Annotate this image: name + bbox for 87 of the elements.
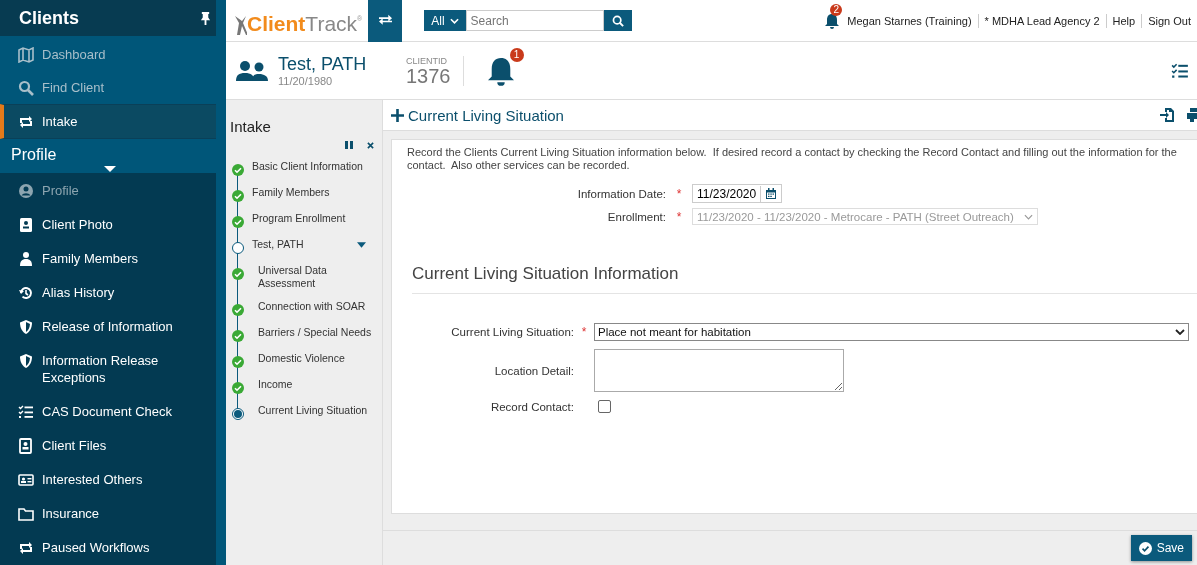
date-field[interactable]: 11/23/2020 [692,184,783,203]
required-mark: * [676,209,682,224]
pin-icon[interactable] [200,10,211,26]
section-header[interactable]: Profile [0,139,216,173]
birth-date: 11/20/1980 [278,75,334,87]
bell-icon[interactable] [825,12,840,29]
people-icon [236,59,268,82]
search-icon [18,79,34,96]
figure-icon [233,13,247,36]
workflow-step[interactable]: Program Enrollment [252,212,346,225]
contact-file-icon [18,438,34,454]
sidebar-item[interactable]: Information Release Exceptions [0,344,216,395]
section-heading: Current Living Situation Information [412,264,1197,294]
workflow-step[interactable]: Domestic Violence [252,352,345,365]
sidebar-title: Clients [19,7,79,29]
living-situation-dropdown[interactable]: Place not meant for habitation [594,323,1189,341]
instructions-text: Record the Clients Current Living Situation information below. If desired record a contact by checking the Record Contact and filling out the information for the contact. Also other services can be recorded. [407,146,1178,172]
client-name: Test, PATH [278,54,368,75]
close-icon[interactable] [367,141,374,149]
pause-icon[interactable] [345,141,353,149]
scope-dropdown[interactable]: All [424,10,466,31]
sidebar-item[interactable]: Client Photo [0,208,216,242]
client-id-label: CLIENTID [406,55,448,66]
sidebar-item[interactable]: Intake [0,104,216,139]
form-title: Current Living Situation [408,106,564,124]
search-button[interactable] [603,10,632,31]
export-icon[interactable] [1159,107,1175,123]
check-circle-icon [1138,541,1152,555]
folder-icon [18,506,34,522]
switch-button[interactable] [368,0,403,42]
workflow-step[interactable]: Connection with SOAR [252,300,366,313]
shield-icon [18,319,34,335]
required-mark: * [676,186,682,201]
sidebar-item[interactable]: Release of Information [0,310,216,344]
field-label: Current Living Situation: [450,326,574,338]
people-icon [18,251,34,267]
bell-icon[interactable] [487,55,514,86]
id-card-icon [18,472,34,488]
sidebar-item[interactable]: Insurance [0,497,216,531]
search-icon [611,14,624,27]
sidebar-item[interactable]: Interested Others [0,463,216,497]
required-mark: * [581,325,587,339]
field-label: Information Date: [576,187,666,200]
record-contact-checkbox[interactable] [598,400,611,413]
sidebar-item[interactable]: Alias History [0,276,216,310]
notification-badge: 2 [830,3,843,16]
caret-icon[interactable] [104,166,116,172]
sidebar-item[interactable]: Paused Workflows [0,531,216,565]
checklist-icon[interactable] [1171,61,1189,80]
workflow-step[interactable]: Universal Data Assessment [252,264,376,290]
sidebar-item[interactable]: Client Files [0,429,216,463]
field-label: Record Contact: [489,400,574,413]
workflow-step[interactable]: Barriers / Special Needs [252,326,372,339]
swap-arrows-icon [377,14,393,27]
location-detail-field[interactable] [594,349,844,392]
save-button[interactable]: Save [1130,535,1192,561]
plus-icon[interactable] [391,108,404,122]
chevron-icon [449,17,459,24]
alert-badge: 1 [509,47,524,62]
header-link[interactable]: Sign Out [1148,14,1191,27]
chevron-icon [1024,213,1033,220]
caret-icon[interactable] [357,242,366,248]
shield-icon [18,353,34,369]
header-link[interactable]: Help [1112,14,1136,27]
swap-arrows-icon [18,540,34,556]
client-id: 1376 [406,65,451,86]
printer-icon[interactable] [1187,107,1197,123]
chevron-icon [1175,329,1185,335]
workflow-step[interactable]: Current Living Situation [252,404,368,417]
workflow-title: Intake [230,118,272,135]
agency-link[interactable]: * MDHA Lead Agency 2 [984,14,1100,27]
field-label: Location Detail: [493,364,574,377]
workflow-step[interactable]: Test, PATH [252,238,304,251]
workflow-step[interactable]: Basic Client Information [252,160,363,173]
history-icon [18,285,34,301]
swap-arrows-icon [18,113,34,130]
sidebar-item[interactable]: Family Members [0,242,216,276]
sidebar-item[interactable]: CAS Document Check [0,395,216,429]
field-label: Enrollment: [606,210,666,223]
workflow-step[interactable]: Family Members [252,186,330,199]
id-badge-icon [18,217,34,233]
user-circle-icon [18,183,34,199]
map-icon [18,46,34,63]
search-field[interactable]: Search [465,10,604,31]
checklist-icon [18,404,34,420]
user-link[interactable]: Megan Starnes (Training) [847,14,972,27]
workflow-step[interactable]: Income [252,378,293,391]
